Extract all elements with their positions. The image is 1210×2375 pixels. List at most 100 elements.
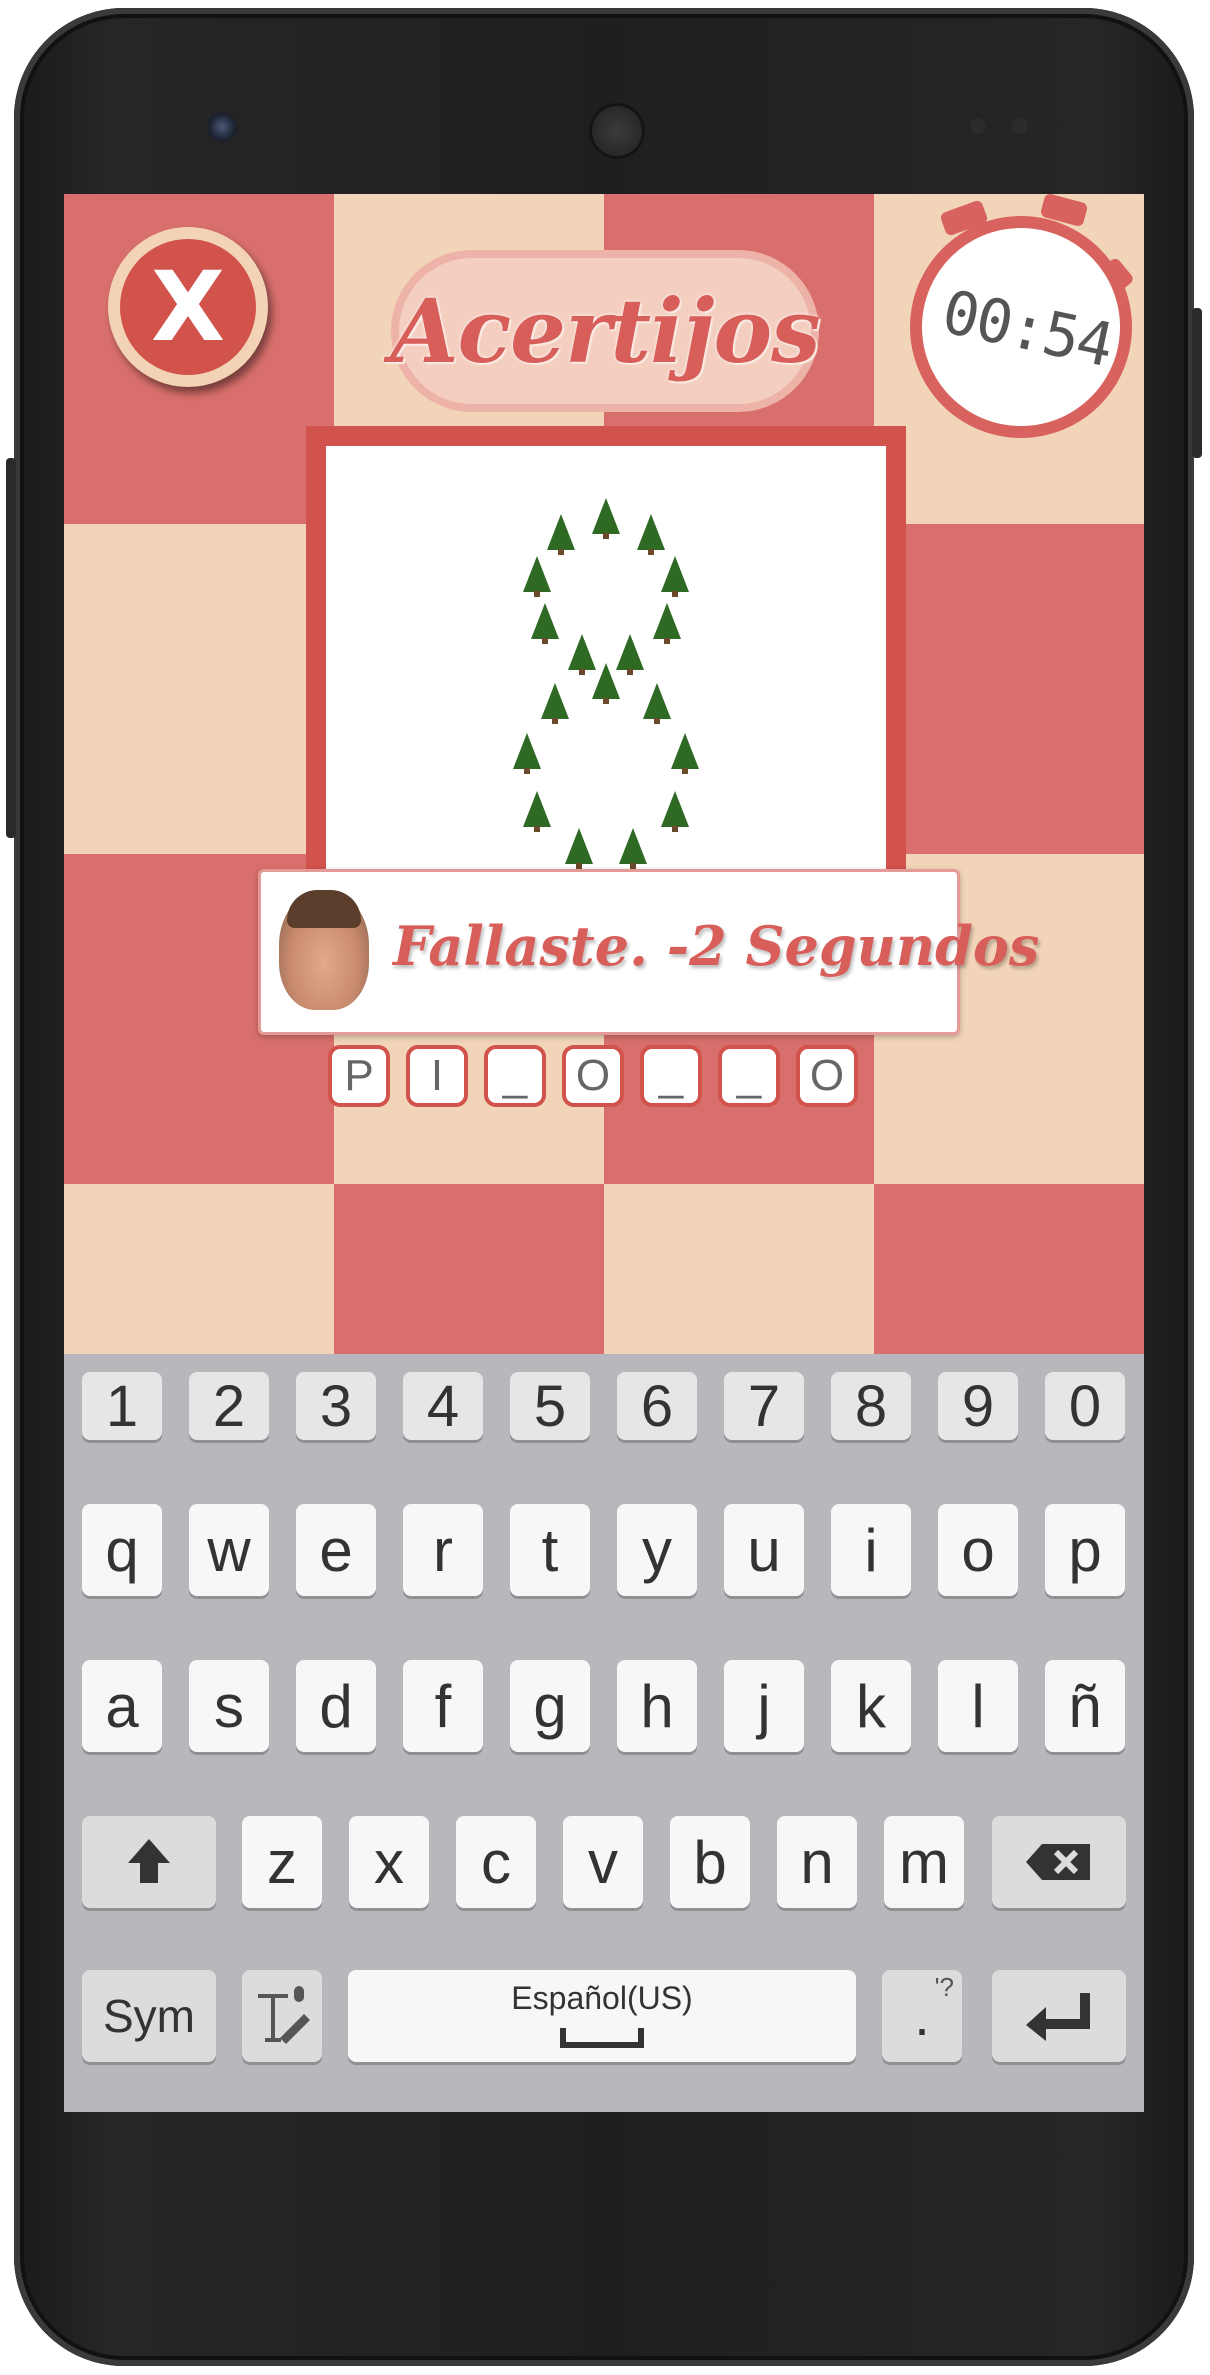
close-button-inner: X (120, 239, 256, 375)
number-key-label: 2 (212, 1373, 246, 1439)
letter-key-label: m (899, 1828, 949, 1896)
letter-key-label: x (374, 1828, 404, 1896)
letter-key-label: e (319, 1516, 353, 1584)
enter-key[interactable] (992, 1970, 1126, 2062)
letter-key[interactable]: v (563, 1816, 643, 1908)
letter-key[interactable]: d (296, 1660, 376, 1752)
letter-key[interactable]: z (242, 1816, 322, 1908)
letter-key[interactable]: g (510, 1660, 590, 1752)
number-key[interactable]: 6 (617, 1372, 697, 1440)
space-key[interactable]: Español(US) (348, 1970, 856, 2062)
letter-key-label: i (864, 1516, 878, 1584)
number-key[interactable]: 7 (724, 1372, 804, 1440)
letter-key[interactable]: h (617, 1660, 697, 1752)
close-icon: X (150, 251, 225, 363)
letter-key[interactable]: c (456, 1816, 536, 1908)
background-tile (874, 524, 1144, 854)
letter-key[interactable]: s (189, 1660, 269, 1752)
tree-icon (643, 682, 672, 724)
letter-key[interactable]: i (831, 1504, 911, 1596)
stopwatch-timer: 00:54 (912, 194, 1142, 426)
number-key[interactable]: 1 (82, 1372, 162, 1440)
letter-key[interactable]: u (724, 1504, 804, 1596)
puzzle-image-frame (306, 426, 906, 896)
number-key[interactable]: 4 (403, 1372, 483, 1440)
input-options-key[interactable] (242, 1970, 322, 2062)
letter-key[interactable]: ñ (1045, 1660, 1125, 1752)
tree-icon (636, 514, 665, 556)
number-key[interactable]: 8 (831, 1372, 911, 1440)
letter-key[interactable]: y (617, 1504, 697, 1596)
punctuation-dot: . (914, 1984, 930, 2047)
letter-key-label: f (434, 1672, 452, 1740)
letter-key[interactable]: t (510, 1504, 590, 1596)
letter-key-label: u (747, 1516, 781, 1584)
letter-key-label: y (642, 1516, 672, 1584)
answer-slot: _ (484, 1045, 546, 1107)
tree-icon (592, 663, 620, 704)
letter-key-label: w (207, 1516, 251, 1584)
sym-key-label: Sym (103, 1990, 195, 2042)
letter-key[interactable]: p (1045, 1504, 1125, 1596)
power-button (1192, 308, 1202, 458)
number-key[interactable]: 3 (296, 1372, 376, 1440)
letter-key-label: l (971, 1672, 985, 1740)
letter-key-label: v (588, 1828, 618, 1896)
tree-icon (592, 498, 620, 539)
number-key-label: 1 (105, 1373, 139, 1439)
letter-key[interactable]: f (403, 1660, 483, 1752)
letter-key[interactable]: n (777, 1816, 857, 1908)
tree-icon (513, 733, 542, 775)
letter-key[interactable]: j (724, 1660, 804, 1752)
app-logo: Acertijos (390, 258, 821, 404)
logo-text: Acertijos (390, 279, 820, 383)
tree-icon (660, 555, 689, 597)
sym-key[interactable]: Sym (82, 1970, 216, 2062)
letter-key[interactable]: r (403, 1504, 483, 1596)
letter-key[interactable]: l (938, 1660, 1018, 1752)
letter-key[interactable]: o (938, 1504, 1018, 1596)
puzzle-image (326, 446, 886, 896)
backspace-key[interactable] (992, 1816, 1126, 1908)
letter-key[interactable]: e (296, 1504, 376, 1596)
tree-icon (652, 603, 681, 644)
letter-key[interactable]: x (349, 1816, 429, 1908)
number-key-label: 9 (961, 1373, 995, 1439)
letter-key-label: c (481, 1828, 511, 1896)
letter-key-label: ñ (1068, 1672, 1102, 1740)
background-tile (334, 1184, 604, 1354)
game-area: X Acertijos 00:54 Fallaste. -2 Segundos … (64, 194, 1144, 1354)
letter-key-label: a (105, 1672, 139, 1740)
number-key-label: 6 (640, 1373, 674, 1439)
punctuation-key[interactable]: '? . (882, 1970, 962, 2062)
number-key[interactable]: 0 (1045, 1372, 1125, 1440)
backspace-icon (1026, 1844, 1090, 1880)
close-button[interactable]: X (108, 227, 268, 387)
space-key-label: Español(US) (511, 1980, 693, 2016)
letter-key[interactable]: w (189, 1504, 269, 1596)
number-key[interactable]: 2 (189, 1372, 269, 1440)
toast-message: Fallaste. -2 Segundos (393, 914, 1040, 978)
letter-key[interactable]: m (884, 1816, 964, 1908)
letter-key-label: d (319, 1672, 353, 1740)
tree-icon (522, 790, 551, 832)
tree-icon (670, 733, 699, 775)
letter-key[interactable]: q (82, 1504, 162, 1596)
letter-key-label: r (433, 1516, 453, 1584)
letter-key[interactable]: k (831, 1660, 911, 1752)
answer-slot: _ (718, 1045, 780, 1107)
number-key[interactable]: 5 (510, 1372, 590, 1440)
volume-button (6, 458, 16, 838)
tree-icon (547, 514, 575, 556)
letter-key[interactable]: a (82, 1660, 162, 1752)
answer-slot: O (562, 1045, 624, 1107)
letter-key-label: b (693, 1828, 727, 1896)
number-key[interactable]: 9 (938, 1372, 1018, 1440)
letter-key[interactable]: b (670, 1816, 750, 1908)
number-key-label: 7 (747, 1373, 781, 1439)
shift-key[interactable] (82, 1816, 216, 1908)
tree-icon (661, 790, 690, 832)
on-screen-keyboard: Sym Español(US) '? . 1 2 3 4 5 6 7 8 9 0 qwe r t y u i o… (64, 1354, 1144, 2112)
earpiece-speaker (589, 103, 645, 159)
feedback-toast: Fallaste. -2 Segundos (258, 869, 1039, 1035)
